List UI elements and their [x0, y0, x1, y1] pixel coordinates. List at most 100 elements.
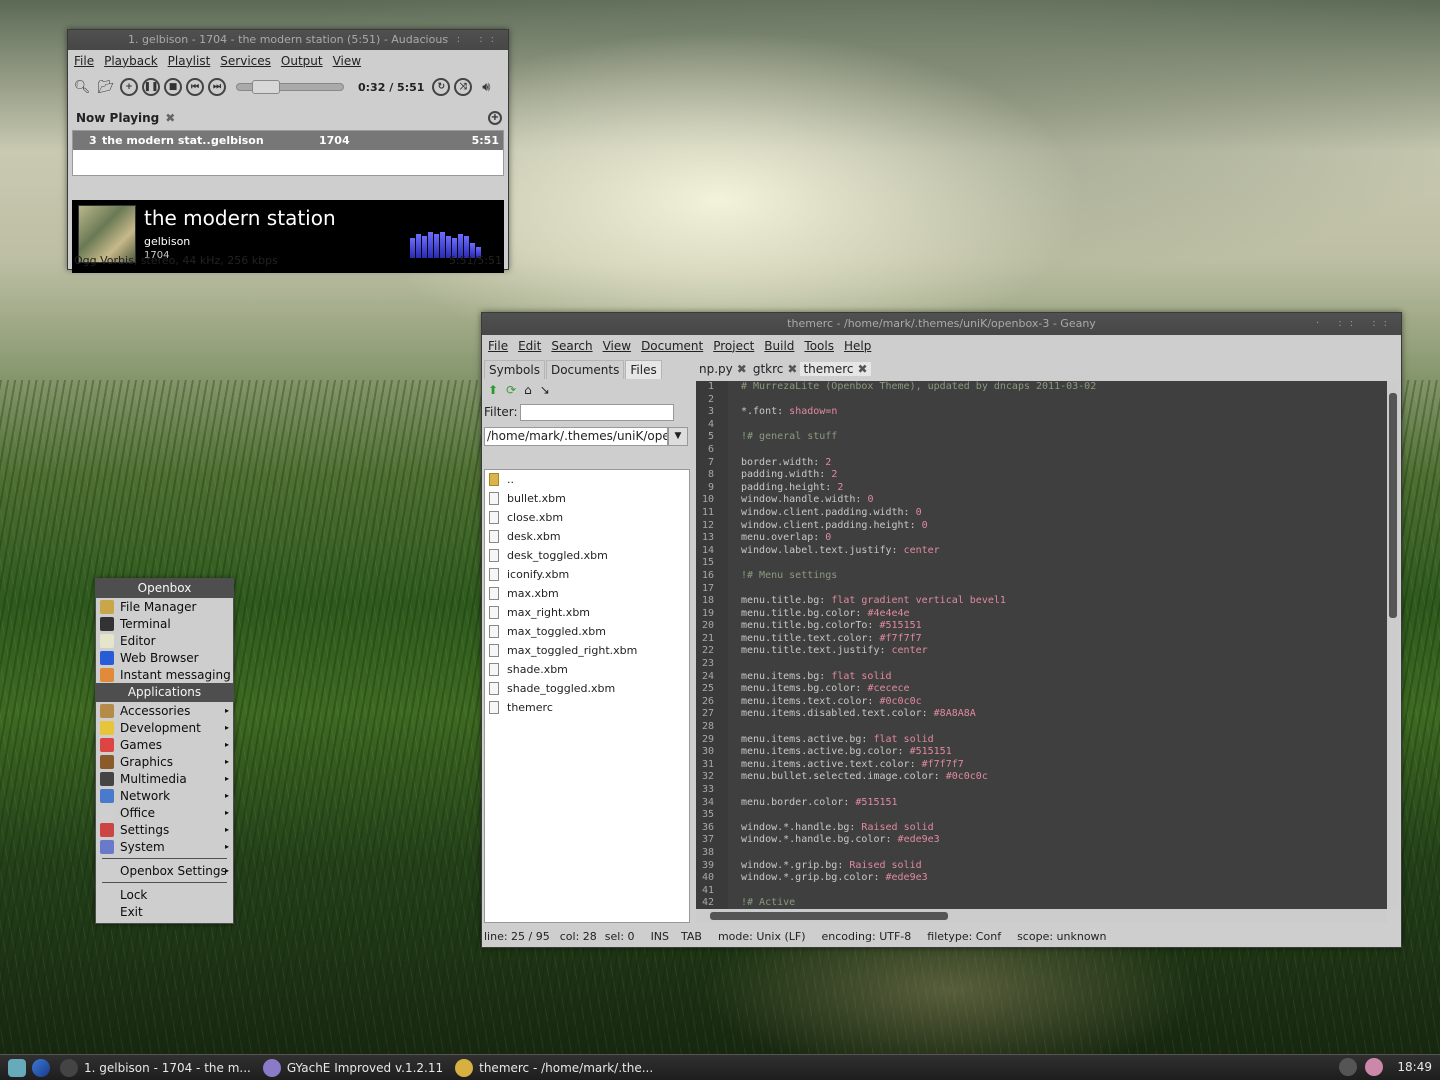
geany-window[interactable]: themerc - /home/mark/.themes/uniK/openbo… [481, 312, 1402, 948]
menu-file[interactable]: File [74, 54, 94, 68]
set-path-icon[interactable]: ↘ [540, 383, 550, 397]
menu-item-settings[interactable]: Settings ▸ [96, 821, 233, 838]
file-item[interactable]: themerc [485, 698, 689, 717]
menu-item-development[interactable]: Development ▸ [96, 719, 233, 736]
file-item[interactable]: max_toggled.xbm [485, 622, 689, 641]
menu-item-office[interactable]: Office ▸ [96, 804, 233, 821]
show-desktop-icon[interactable] [8, 1058, 26, 1077]
menu-item-graphics[interactable]: Graphics ▸ [96, 753, 233, 770]
window-controls[interactable]: · :: :: [1316, 313, 1395, 335]
playlist-tab[interactable]: Now Playing ✖ + [72, 106, 504, 130]
repeat-icon[interactable]: ↻ [432, 78, 451, 96]
close-icon[interactable]: ✖ [857, 362, 867, 376]
window-controls[interactable]: · :: :: [423, 30, 502, 50]
horizontal-scrollbar[interactable] [696, 909, 1387, 923]
menu-playback[interactable]: Playback [104, 54, 158, 68]
network-tray-icon[interactable] [1339, 1058, 1358, 1076]
playlist-row[interactable]: 3 the modern stat... gelbison 1704 5:51 [73, 131, 503, 150]
chevron-down-icon[interactable]: ▼ [668, 426, 688, 446]
seek-knob[interactable] [252, 80, 281, 94]
add-playlist-icon[interactable]: + [488, 111, 502, 125]
file-item[interactable]: max_right.xbm [485, 603, 689, 622]
code-value: center [891, 645, 928, 657]
tab-documents[interactable]: Documents [545, 360, 625, 379]
previous-icon[interactable]: ⏮ [186, 78, 204, 96]
menu-project[interactable]: Project [713, 339, 754, 353]
pause-icon[interactable]: ❚❚ [142, 78, 160, 96]
menu-item-accessories[interactable]: Accessories ▸ [96, 702, 233, 719]
vertical-scrollbar[interactable] [1387, 381, 1399, 909]
menu-file[interactable]: File [488, 339, 508, 353]
menu-item-web-browser[interactable]: Web Browser [96, 649, 233, 666]
file-item[interactable]: shade.xbm [485, 660, 689, 679]
path-input[interactable]: /home/mark/.themes/uniK/openbox-3 [484, 426, 668, 446]
editor-tab[interactable]: themerc ✖ [800, 362, 871, 376]
home-icon[interactable]: ⌂ [524, 383, 532, 397]
playlist[interactable]: 3 the modern stat... gelbison 1704 5:51 [72, 130, 504, 176]
file-item[interactable]: bullet.xbm [485, 489, 689, 508]
up-icon[interactable]: ⬆ [488, 383, 498, 397]
seek-slider[interactable] [236, 80, 344, 94]
close-icon[interactable]: ✖ [165, 111, 175, 125]
code-lines[interactable]: # MurrezaLite (Openbox Theme), updated b… [741, 381, 1096, 909]
shuffle-icon[interactable]: ⤨ [454, 78, 473, 96]
tab-files[interactable]: Files [625, 360, 662, 379]
task-item[interactable]: 1. gelbison - 1704 - the m... [60, 1058, 251, 1077]
menu-help[interactable]: Help [844, 339, 871, 353]
geany-titlebar[interactable]: themerc - /home/mark/.themes/uniK/openbo… [482, 313, 1401, 335]
next-icon[interactable]: ⏭ [208, 78, 226, 96]
menu-item-terminal[interactable]: Terminal [96, 615, 233, 632]
editor-tab[interactable]: np.py ✖ [696, 362, 750, 376]
file-item[interactable]: close.xbm [485, 508, 689, 527]
audacious-titlebar[interactable]: 1. gelbison - 1704 - the modern station … [68, 30, 508, 50]
code-key: menu.title.bg.color: [741, 607, 868, 619]
chat-tray-icon[interactable] [1365, 1058, 1384, 1076]
file-item[interactable]: iconify.xbm [485, 565, 689, 584]
menu-item-editor[interactable]: Editor [96, 632, 233, 649]
menu-edit[interactable]: Edit [518, 339, 541, 353]
open-file-icon[interactable]: 📂︎ [96, 77, 116, 97]
file-item[interactable]: .. [485, 470, 689, 489]
menu-playlist[interactable]: Playlist [168, 54, 211, 68]
task-item[interactable]: GYachE Improved v.1.2.11 [262, 1058, 443, 1077]
audacious-window[interactable]: 1. gelbison - 1704 - the modern station … [67, 29, 509, 273]
submenu-arrow-icon: ▸ [224, 842, 229, 851]
scroll-thumb[interactable] [710, 912, 948, 920]
menu-document[interactable]: Document [641, 339, 703, 353]
filter-input[interactable] [519, 403, 674, 421]
close-icon[interactable]: ✖ [737, 362, 747, 376]
menu-item-games[interactable]: Games ▸ [96, 736, 233, 753]
menu-services[interactable]: Services [220, 54, 271, 68]
menu-build[interactable]: Build [764, 339, 794, 353]
menu-item-network[interactable]: Network ▸ [96, 787, 233, 804]
task-item[interactable]: themerc - /home/mark/.the... [455, 1058, 653, 1077]
menu-view[interactable]: View [603, 339, 631, 353]
menu-output[interactable]: Output [281, 54, 323, 68]
file-item[interactable]: desk.xbm [485, 527, 689, 546]
tab-symbols[interactable]: Symbols [484, 360, 545, 379]
scroll-thumb[interactable] [1389, 393, 1397, 618]
menu-item-instant-messaging[interactable]: Instant messaging [96, 666, 233, 683]
menu-item-exit[interactable]: Exit [96, 903, 233, 920]
menu-item-lock[interactable]: Lock [96, 886, 233, 903]
menu-item-system[interactable]: System ▸ [96, 838, 233, 855]
add-icon[interactable]: + [120, 78, 138, 96]
code-area[interactable]: 1 2 3 4 5 6 7 8 9 10 11 12 13 14 15 16 17 18 19 20 21 22 23 24 2… [696, 381, 1387, 909]
search-icon[interactable]: 🔍︎ [72, 77, 92, 97]
file-item[interactable]: max.xbm [485, 584, 689, 603]
close-icon[interactable]: ✖ [787, 362, 797, 376]
menu-view[interactable]: View [333, 54, 361, 68]
stop-icon[interactable]: ■ [164, 78, 182, 96]
refresh-icon[interactable]: ⟳ [506, 383, 516, 397]
file-item[interactable]: max_toggled_right.xbm [485, 641, 689, 660]
menu-tools[interactable]: Tools [804, 339, 834, 353]
browser-launcher-icon[interactable] [32, 1058, 50, 1077]
editor-tab[interactable]: gtkrc ✖ [750, 362, 801, 376]
menu-item-openbox-settings[interactable]: Openbox Settings ▸ [96, 862, 233, 879]
file-item[interactable]: desk_toggled.xbm [485, 546, 689, 565]
menu-search[interactable]: Search [551, 339, 592, 353]
menu-item-file-manager[interactable]: File Manager [96, 598, 233, 615]
volume-icon[interactable]: 🔊︎ [476, 77, 496, 97]
menu-item-multimedia[interactable]: Multimedia ▸ [96, 770, 233, 787]
file-item[interactable]: shade_toggled.xbm [485, 679, 689, 698]
